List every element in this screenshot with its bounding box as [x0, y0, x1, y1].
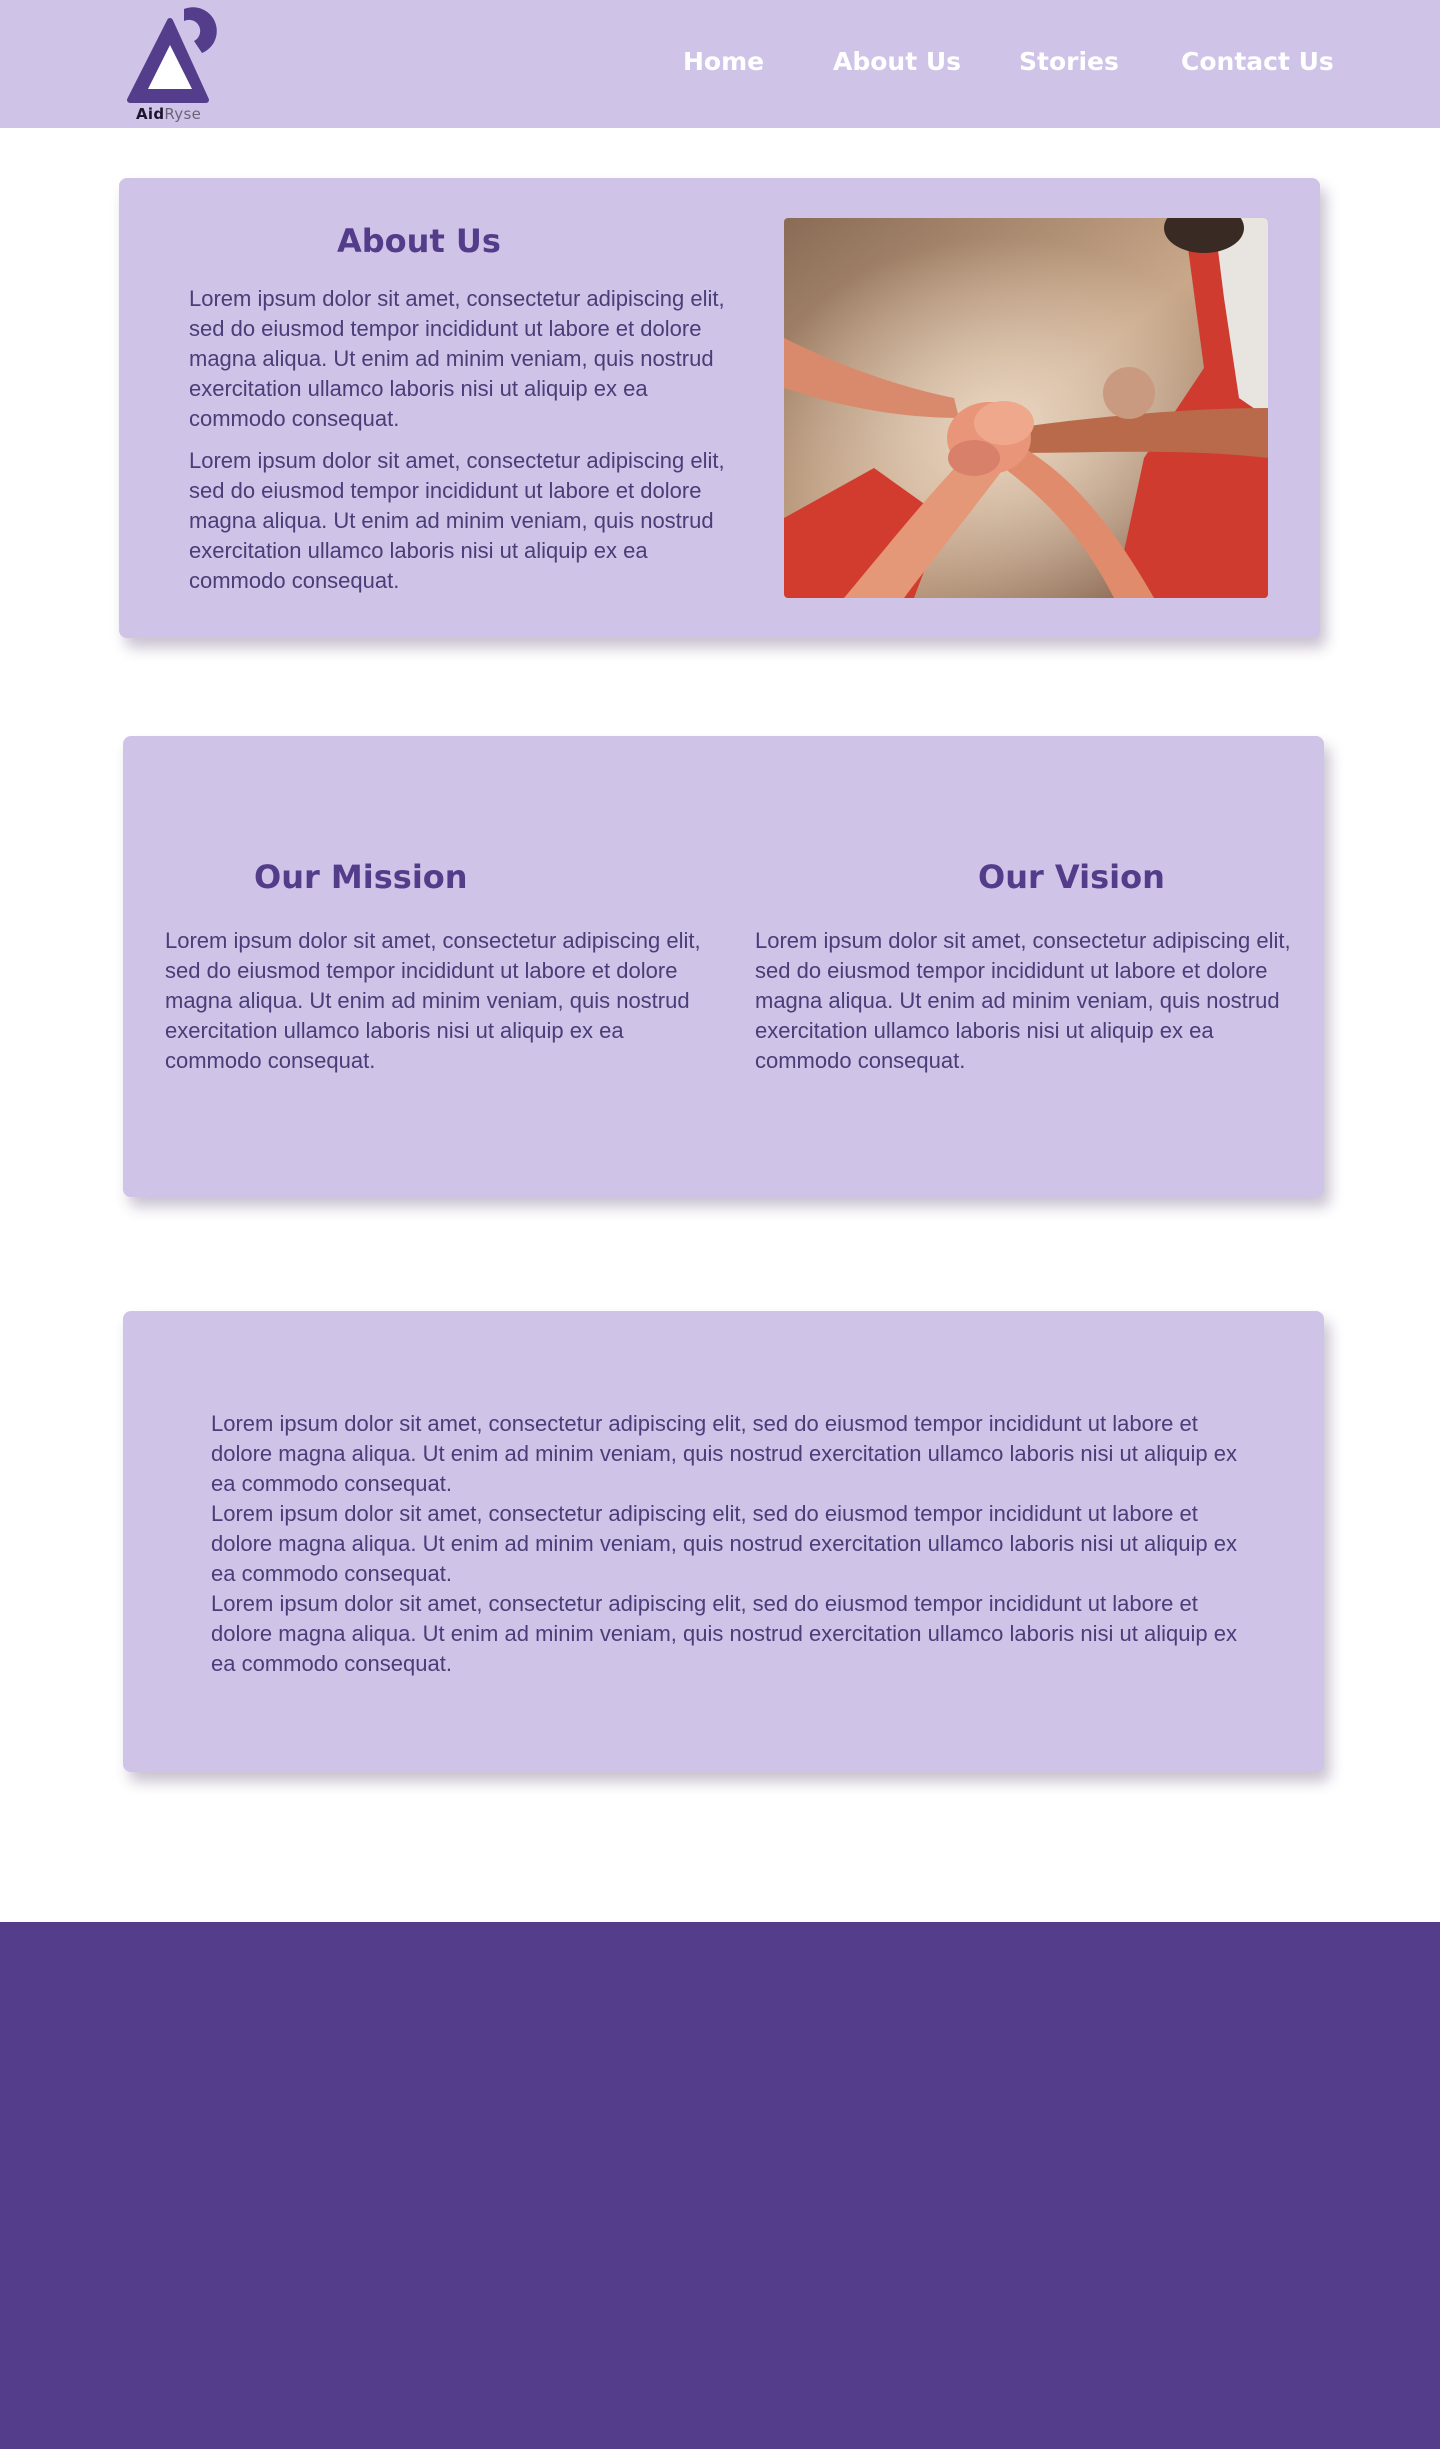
logo-wordmark: AidRyse: [136, 105, 202, 123]
vision-text: Lorem ipsum dolor sit amet, consectetur …: [755, 928, 1291, 1073]
site-header: AidRyse Home About Us Stories Contact Us: [0, 0, 1440, 128]
nav-about-us[interactable]: About Us: [833, 47, 961, 76]
team-hands-photo: [784, 218, 1268, 598]
nav-contact-us[interactable]: Contact Us: [1181, 47, 1334, 76]
mission-vision-card: Our Mission Lorem ipsum dolor sit amet, …: [123, 736, 1324, 1197]
about-paragraph-1: Lorem ipsum dolor sit amet, consectetur …: [189, 286, 725, 431]
mission-title: Our Mission: [254, 858, 468, 896]
story-paragraph-1: Lorem ipsum dolor sit amet, consectetur …: [211, 1411, 1237, 1496]
about-card: About Us Lorem ipsum dolor sit amet, con…: [119, 178, 1320, 638]
mission-text: Lorem ipsum dolor sit amet, consectetur …: [165, 928, 701, 1073]
story-card: Lorem ipsum dolor sit amet, consectetur …: [123, 1311, 1324, 1772]
site-footer: [0, 1922, 1440, 2449]
nav-home[interactable]: Home: [683, 47, 764, 76]
about-paragraph-2: Lorem ipsum dolor sit amet, consectetur …: [189, 448, 725, 593]
story-paragraph-2: Lorem ipsum dolor sit amet, consectetur …: [211, 1501, 1237, 1586]
story-paragraph-3: Lorem ipsum dolor sit amet, consectetur …: [211, 1591, 1237, 1676]
about-title: About Us: [337, 222, 501, 260]
vision-title: Our Vision: [978, 858, 1165, 896]
aidryse-logo[interactable]: AidRyse: [124, 3, 220, 123]
logo-triangle-icon: [127, 7, 217, 103]
nav-stories[interactable]: Stories: [1019, 47, 1119, 76]
